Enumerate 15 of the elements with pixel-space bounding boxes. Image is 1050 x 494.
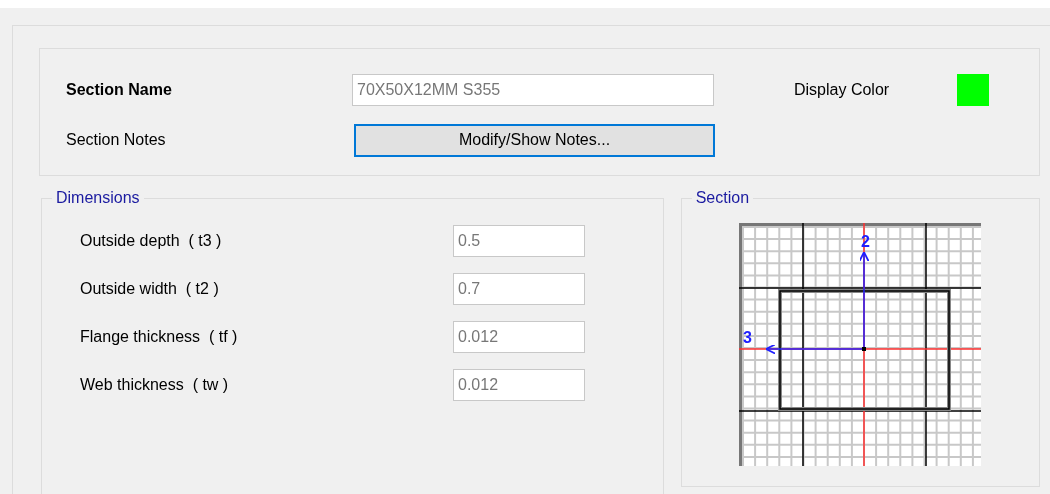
- dimension-field[interactable]: 0.012: [453, 369, 585, 401]
- field-label: Section Notes: [66, 130, 167, 150]
- field-label: Outside width ( t2 ): [80, 279, 220, 299]
- field-label: Web thickness ( tw ): [80, 375, 230, 395]
- field-label: Flange thickness ( tf ): [80, 327, 239, 347]
- notes-button[interactable]: Modify/Show Notes...: [354, 123, 715, 157]
- color-swatch[interactable]: [957, 74, 989, 106]
- dimension-field[interactable]: 0.012: [453, 321, 585, 353]
- dimension-field[interactable]: 0.5: [453, 225, 585, 257]
- field-label: Outside depth ( t3 ): [80, 231, 223, 251]
- field-label: Display Color: [794, 80, 890, 100]
- dimension-field[interactable]: 0.7: [453, 273, 585, 305]
- axis-label: 3: [742, 329, 752, 346]
- section-name-field[interactable]: 70X50X12MM S355: [352, 74, 714, 106]
- field-label: Section Name: [66, 80, 173, 100]
